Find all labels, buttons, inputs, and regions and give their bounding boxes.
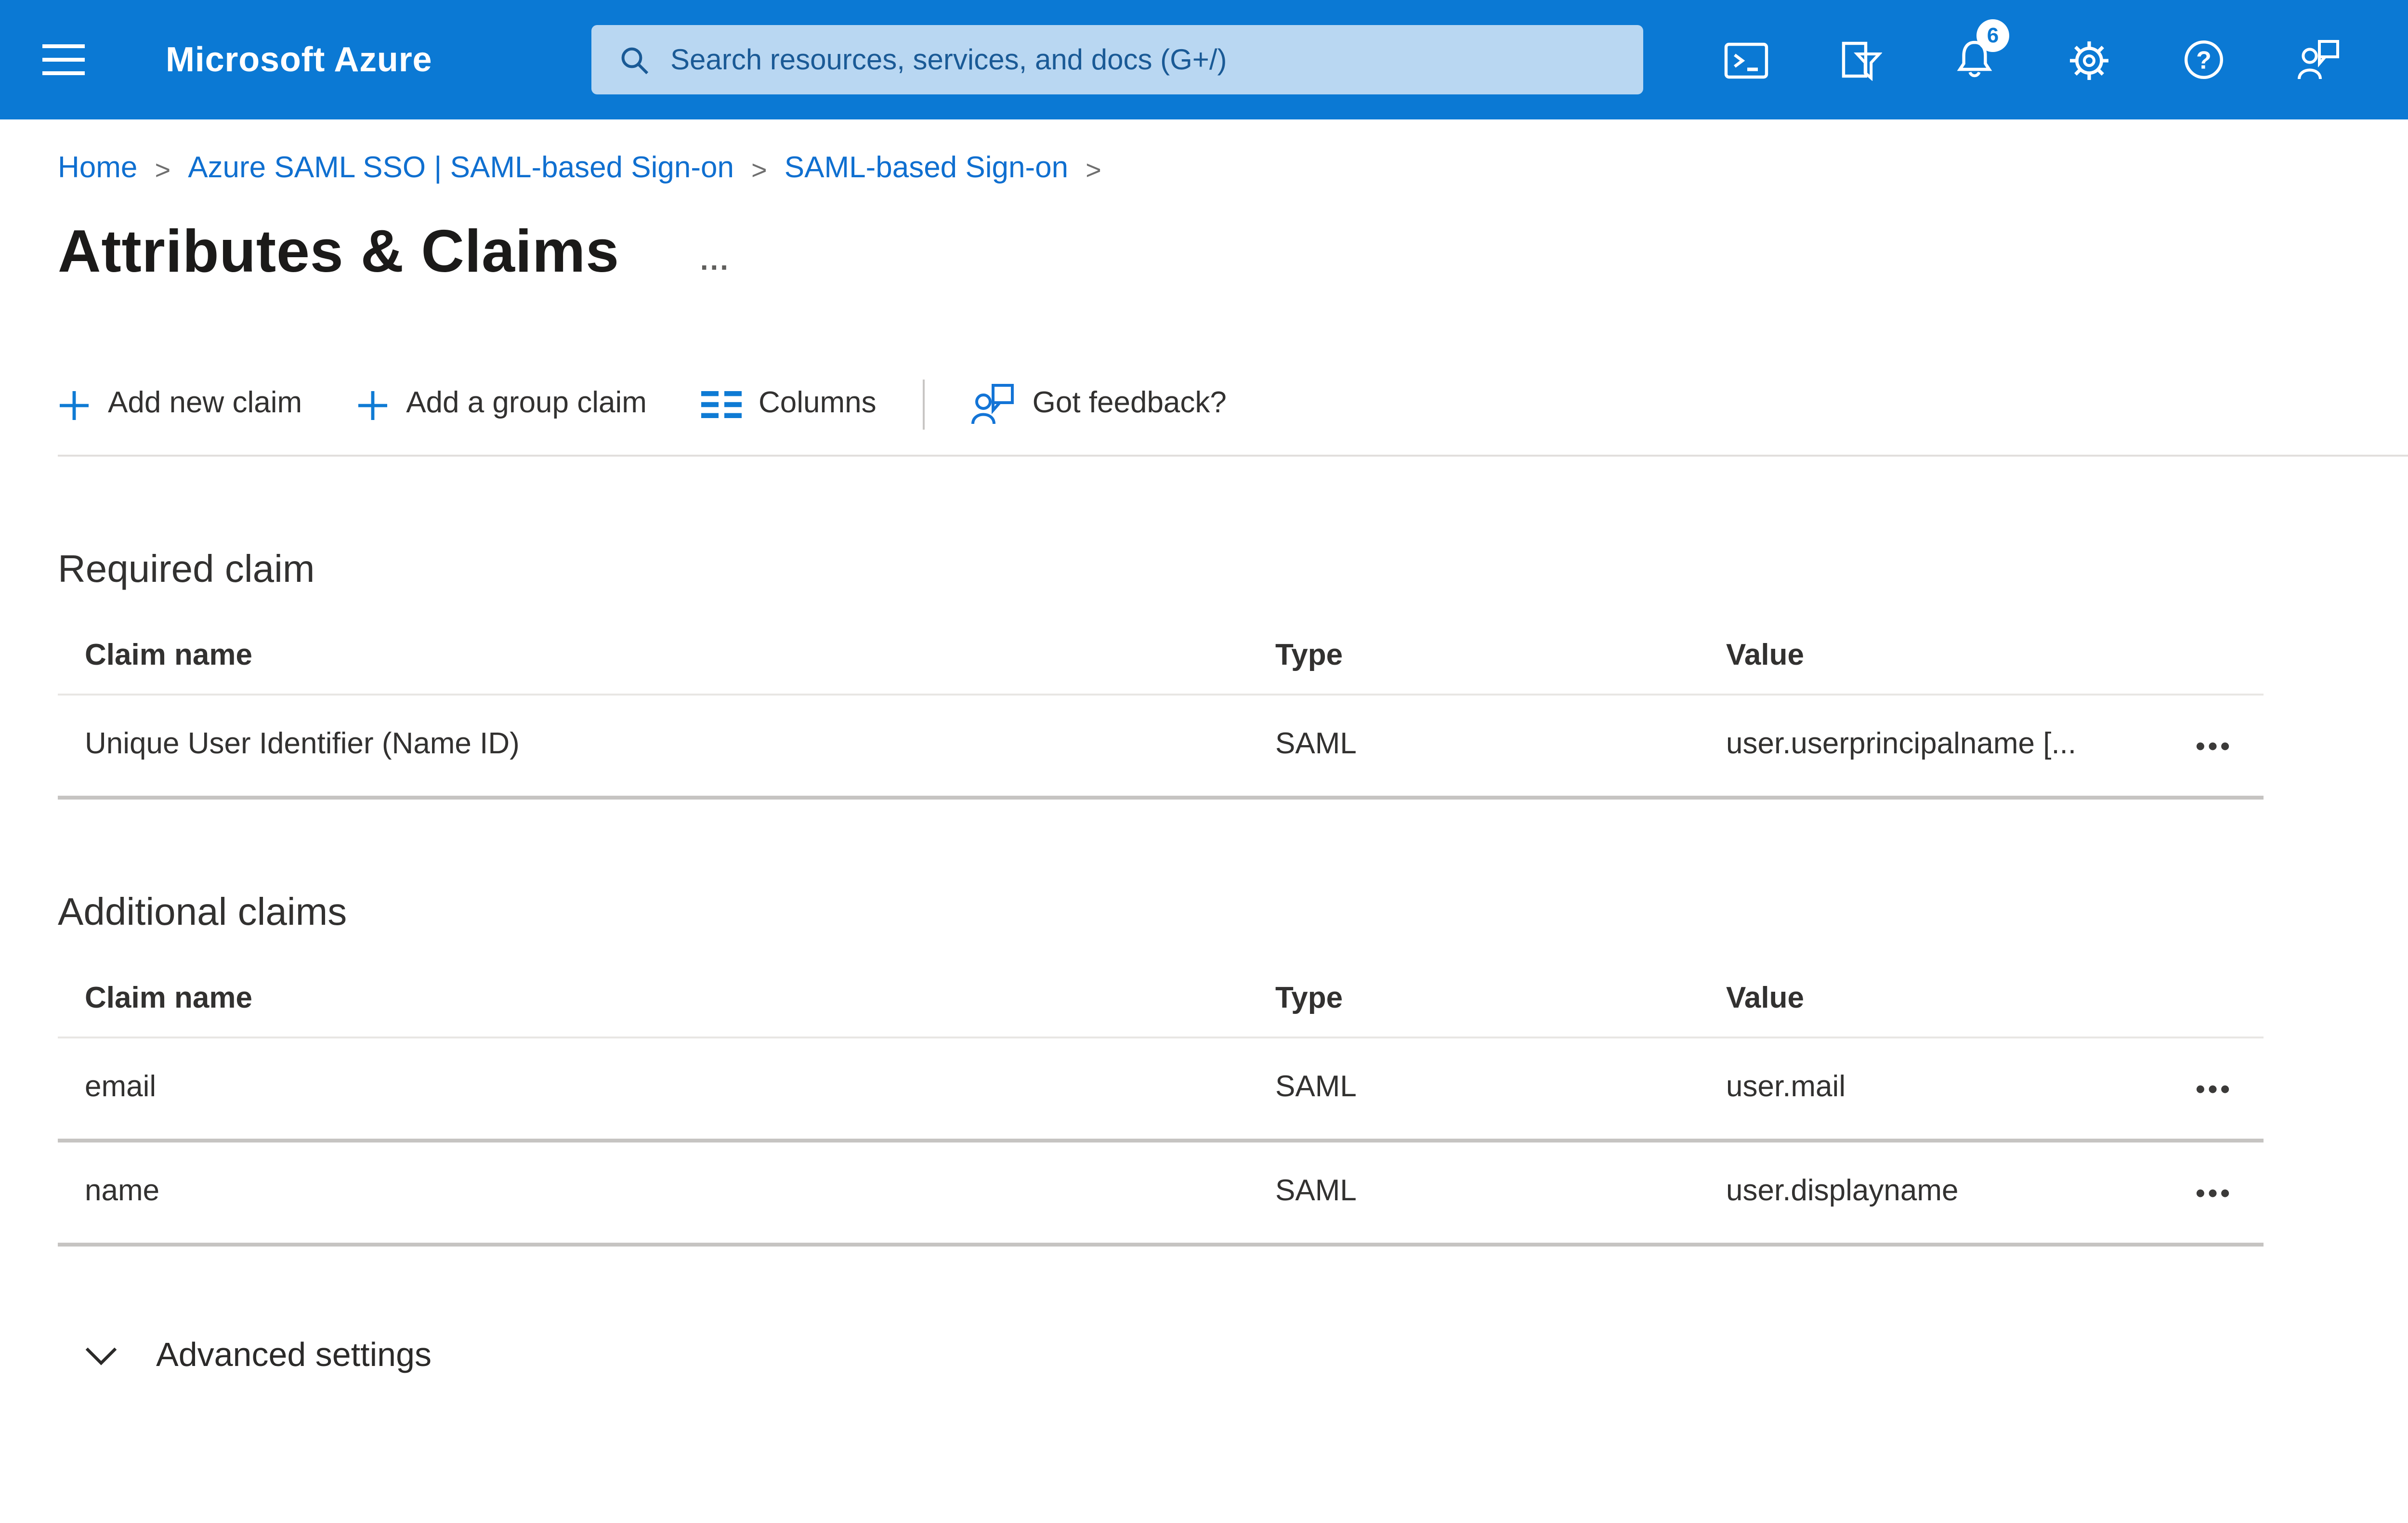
table-row[interactable]: name SAML user.displayname •••: [58, 1142, 2264, 1247]
row-ellipsis-menu-icon[interactable]: •••: [2188, 1071, 2240, 1106]
add-group-claim-button[interactable]: Add a group claim: [356, 387, 647, 422]
row-ellipsis-menu-icon[interactable]: •••: [2188, 728, 2240, 763]
advanced-settings-label: Advanced settings: [156, 1335, 432, 1374]
page-header: Attributes & Claims ...: [58, 218, 2408, 287]
feedback-person-icon[interactable]: [2284, 25, 2353, 94]
columns-button[interactable]: Columns: [700, 387, 877, 422]
claim-name-cell[interactable]: Unique User Identifier (Name ID): [58, 728, 1248, 763]
subscription-filter-icon[interactable]: [1825, 25, 1895, 94]
additional-claims-table: Claim name Type Value email SAML user.ma…: [58, 963, 2264, 1247]
claim-name-cell[interactable]: name: [58, 1175, 1248, 1210]
table-header-row: Claim name Type Value: [58, 620, 2264, 696]
help-icon[interactable]: ?: [2169, 25, 2238, 94]
additional-claims-heading: Additional claims: [58, 892, 347, 934]
page-more-menu-icon[interactable]: ...: [700, 246, 730, 275]
hamburger-menu-icon[interactable]: [42, 31, 100, 89]
add-group-claim-label: Add a group claim: [406, 387, 647, 420]
required-claim-table: Claim name Type Value Unique User Identi…: [58, 620, 2264, 800]
claim-type-cell: SAML: [1275, 1175, 1357, 1208]
claim-value-cell: user.userprincipalname [...: [1726, 728, 2077, 761]
toolbar-rule: [58, 455, 2408, 457]
add-new-claim-label: Add new claim: [108, 387, 302, 420]
breadcrumb-home[interactable]: Home: [58, 152, 137, 187]
claim-type-cell: SAML: [1275, 1071, 1357, 1104]
notification-count-badge: 6: [1976, 19, 2009, 52]
column-header-value[interactable]: Value: [1726, 983, 2121, 1017]
notifications-bell-icon[interactable]: 6: [1940, 19, 2009, 94]
azure-portal-page: Microsoft Azure Search resources, servic…: [0, 0, 2408, 1523]
breadcrumb-app-sso[interactable]: Azure SAML SSO | SAML-based Sign-on: [188, 152, 734, 187]
settings-gear-icon[interactable]: [2055, 25, 2124, 94]
search-icon: [621, 46, 649, 74]
feedback-bubble-icon: [971, 384, 1014, 424]
row-ellipsis-menu-icon[interactable]: •••: [2188, 1175, 2240, 1210]
table-header-row: Claim name Type Value: [58, 963, 2264, 1038]
columns-icon: [700, 391, 741, 418]
cloud-shell-icon[interactable]: [1711, 25, 1780, 94]
claim-name-cell[interactable]: email: [58, 1071, 1248, 1106]
chevron-down-icon: [85, 1346, 117, 1365]
plus-icon: [60, 390, 89, 419]
column-header-type[interactable]: Type: [1248, 640, 1726, 674]
claim-type-cell: SAML: [1275, 728, 1357, 761]
add-new-claim-button[interactable]: Add new claim: [58, 387, 302, 422]
topbar-icon-group: 6 ?: [1711, 19, 2353, 94]
top-bar: Microsoft Azure Search resources, servic…: [0, 0, 2408, 119]
page-title: Attributes & Claims: [58, 218, 619, 285]
search-input[interactable]: [667, 41, 1624, 78]
claim-value-cell: user.mail: [1726, 1071, 1846, 1104]
column-header-claim-name[interactable]: Claim name: [58, 640, 1248, 674]
column-header-claim-name[interactable]: Claim name: [58, 983, 1248, 1017]
breadcrumb-separator-icon: >: [751, 154, 767, 185]
required-claim-heading: Required claim: [58, 549, 315, 591]
got-feedback-label: Got feedback?: [1032, 387, 1227, 420]
svg-text:?: ?: [2196, 46, 2212, 74]
global-search[interactable]: [591, 25, 1643, 94]
plus-icon: [358, 390, 387, 419]
column-header-value[interactable]: Value: [1726, 640, 2121, 674]
got-feedback-button[interactable]: Got feedback?: [971, 383, 1227, 426]
breadcrumb-saml-signon[interactable]: SAML-based Sign-on: [785, 152, 1068, 187]
claim-value-cell: user.displayname: [1726, 1175, 1959, 1208]
columns-label: Columns: [758, 387, 877, 420]
table-row[interactable]: Unique User Identifier (Name ID) SAML us…: [58, 696, 2264, 800]
toolbar-divider: [922, 380, 925, 430]
table-row[interactable]: email SAML user.mail •••: [58, 1038, 2264, 1142]
brand-title[interactable]: Microsoft Azure: [166, 39, 432, 80]
breadcrumb-separator-icon: >: [1086, 154, 1101, 185]
advanced-settings-toggle[interactable]: Advanced settings: [85, 1335, 432, 1376]
column-header-type[interactable]: Type: [1248, 983, 1726, 1017]
command-bar: Add new claim Add a group claim Columns …: [58, 372, 2408, 437]
breadcrumb: Home > Azure SAML SSO | SAML-based Sign-…: [58, 152, 2408, 187]
breadcrumb-separator-icon: >: [155, 154, 171, 185]
